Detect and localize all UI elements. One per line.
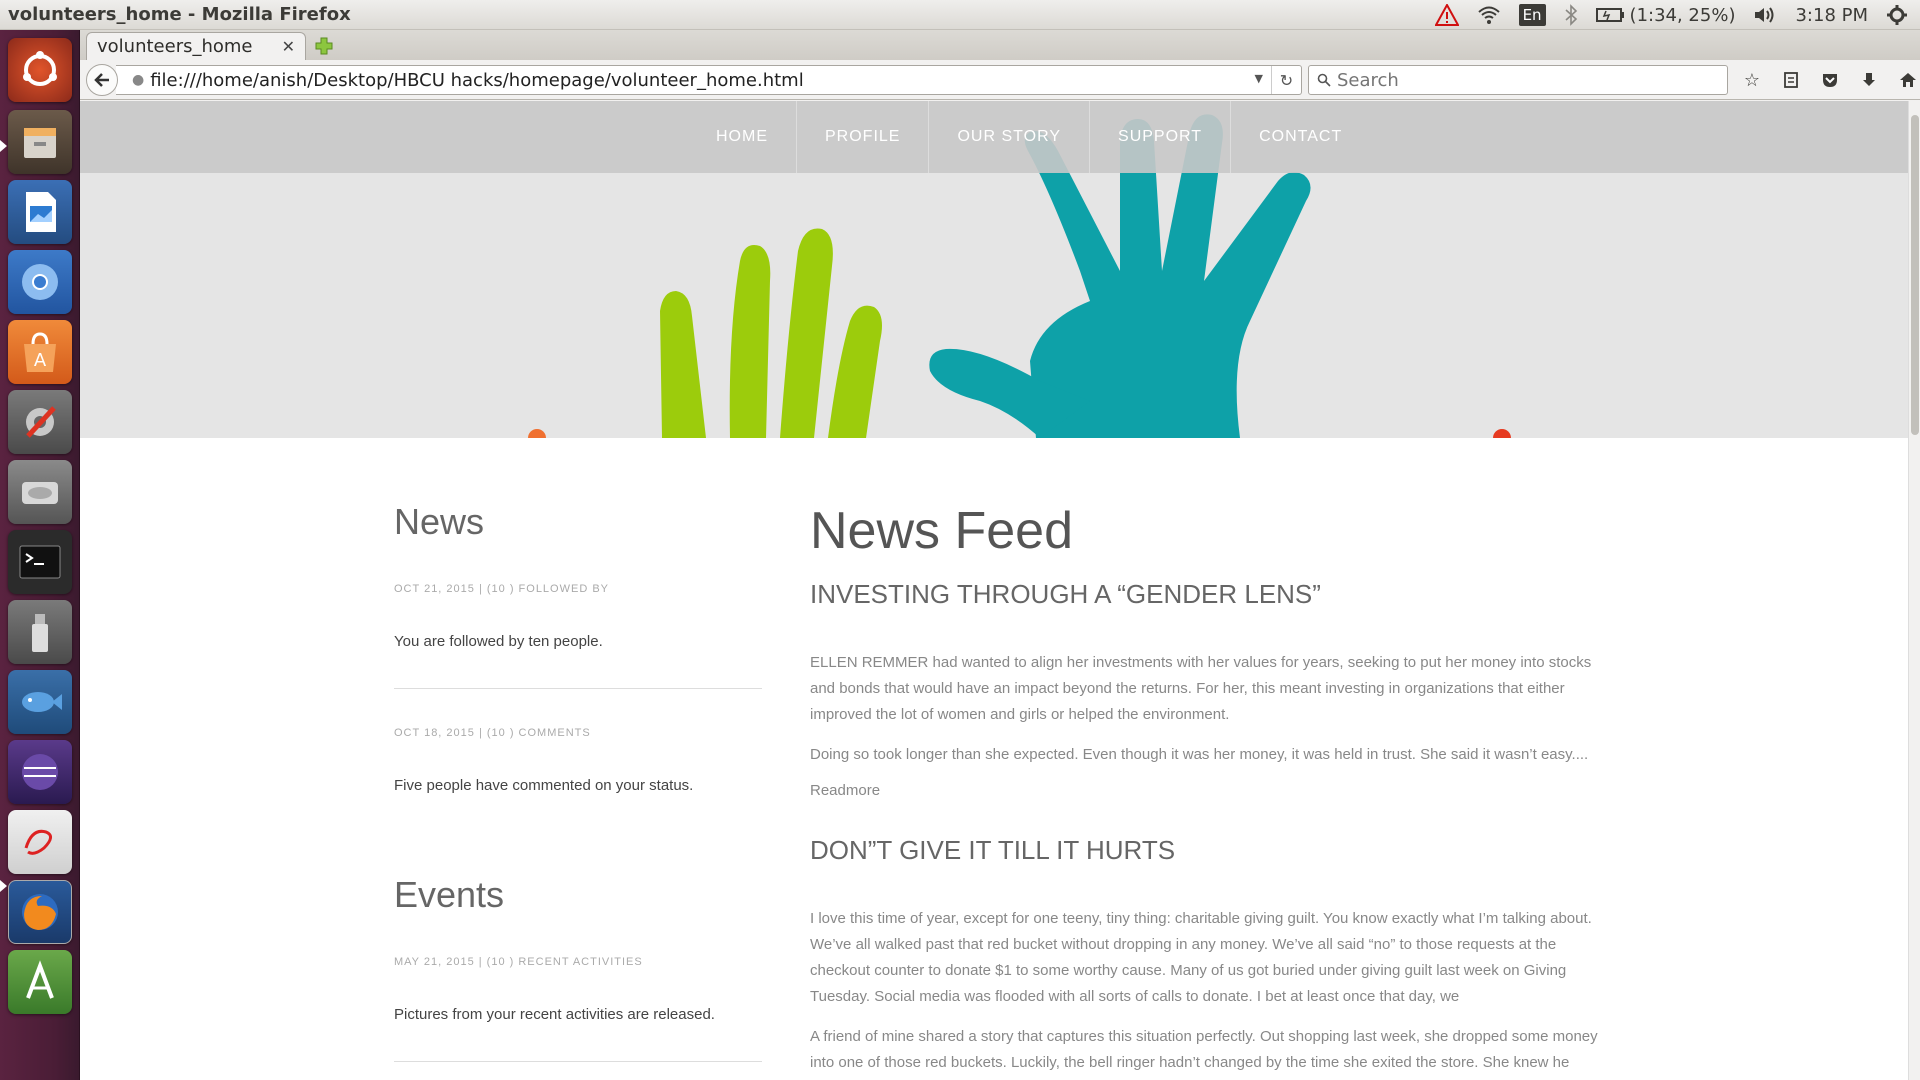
news-feed-column: News Feed INVESTING THROUGH A “GENDER LE… — [810, 501, 1600, 1080]
disk-icon[interactable] — [8, 460, 72, 524]
window-title: volunteers_home - Mozilla Firefox — [8, 4, 351, 25]
wifi-icon[interactable] — [1477, 5, 1501, 25]
navigation-toolbar: ● file:///home/anish/Desktop/HBCU hacks/… — [80, 60, 1920, 100]
divider — [394, 1061, 762, 1062]
tab-volunteers-home[interactable]: volunteers_home ✕ — [86, 32, 306, 60]
warning-icon[interactable] — [1434, 4, 1459, 26]
site-menu: HOME PROFILE OUR STORY SUPPORT CONTACT — [688, 101, 1370, 173]
files-icon[interactable] — [8, 110, 72, 174]
battery-icon — [1595, 8, 1624, 22]
tab-title: volunteers_home — [97, 36, 253, 57]
bookmarks-menu-icon[interactable] — [1779, 68, 1803, 92]
clock[interactable]: 3:18 PM — [1795, 5, 1868, 26]
downloads-icon[interactable] — [1857, 68, 1881, 92]
running-indicator — [0, 140, 7, 152]
article-title: INVESTING THROUGH A “GENDER LENS” — [810, 579, 1321, 609]
close-tab-icon[interactable]: ✕ — [282, 37, 295, 56]
sidebar-column: News OCT 21, 2015 | (10 ) FOLLOWED BY Yo… — [394, 501, 762, 1080]
tab-strip: volunteers_home ✕ — [80, 30, 1920, 60]
reload-icon[interactable]: ↻ — [1271, 66, 1301, 94]
hero-banner: HOME PROFILE OUR STORY SUPPORT CONTACT — [80, 101, 1908, 438]
news-text: You are followed by ten people. — [394, 633, 603, 650]
terminal-icon[interactable] — [8, 530, 72, 594]
article-paragraph: I love this time of year, except for one… — [810, 910, 1592, 1005]
nav-contact[interactable]: CONTACT — [1231, 101, 1370, 173]
search-input[interactable] — [1337, 69, 1717, 91]
site-identity-icon[interactable]: ● — [132, 72, 144, 88]
home-icon[interactable] — [1896, 68, 1920, 92]
sketch-app-icon[interactable] — [8, 810, 72, 874]
firefox-window: volunteers_home ✕ ● file:///home/anish/D… — [80, 30, 1920, 1080]
page-content: HOME PROFILE OUR STORY SUPPORT CONTACT N… — [80, 101, 1908, 1080]
libreoffice-impress-icon[interactable] — [8, 180, 72, 244]
article-title: DON”T GIVE IT TILL IT HURTS — [810, 835, 1176, 865]
chromium-icon[interactable] — [8, 250, 72, 314]
site-nav-bar: HOME PROFILE OUR STORY SUPPORT CONTACT — [80, 101, 1908, 173]
search-bar[interactable] — [1308, 65, 1728, 95]
toolbar-icons: ☆ — [1740, 68, 1920, 92]
svg-text:A: A — [34, 350, 47, 371]
battery-indicator[interactable]: (1:34, 25%) — [1595, 4, 1736, 26]
keyboard-layout-indicator[interactable]: En — [1518, 4, 1546, 26]
dev-tool-icon[interactable] — [8, 950, 72, 1014]
fish-app-icon[interactable] — [8, 670, 72, 734]
back-button[interactable] — [86, 64, 118, 96]
bookmark-star-icon[interactable]: ☆ — [1740, 68, 1764, 92]
readmore-link[interactable]: Readmore — [810, 782, 1600, 799]
session-gear-icon[interactable] — [1886, 4, 1908, 26]
history-dropdown-icon[interactable]: ▼ — [1255, 72, 1263, 85]
bluetooth-icon[interactable] — [1564, 4, 1578, 26]
news-text: Five people have commented on your statu… — [394, 777, 694, 794]
battery-text: (1:34, 25%) — [1629, 4, 1736, 26]
article-paragraph: A friend of mine shared a story that cap… — [810, 1028, 1598, 1071]
event-text: Pictures from your recent activities are… — [394, 1006, 715, 1023]
system-settings-icon[interactable] — [8, 390, 72, 454]
software-center-icon[interactable]: A — [8, 320, 72, 384]
events-heading: Events — [394, 874, 505, 915]
news-heading: News — [394, 501, 485, 542]
url-bar[interactable]: ● file:///home/anish/Desktop/HBCU hacks/… — [116, 65, 1302, 95]
volume-icon[interactable] — [1753, 5, 1777, 25]
nav-profile[interactable]: PROFILE — [797, 101, 930, 173]
article-paragraph: ELLEN REMMER had wanted to align her inv… — [810, 654, 1592, 723]
nav-home[interactable]: HOME — [688, 101, 797, 173]
search-icon — [1317, 73, 1331, 87]
news-meta: OCT 21, 2015 | (10 ) FOLLOWED BY — [394, 583, 609, 595]
running-indicator — [0, 880, 7, 892]
scrollbar-thumb[interactable] — [1911, 115, 1919, 435]
vertical-scrollbar[interactable] — [1908, 101, 1920, 1080]
news-meta: OCT 18, 2015 | (10 ) COMMENTS — [394, 727, 591, 739]
back-arrow-icon — [94, 73, 109, 87]
pocket-icon[interactable] — [1818, 68, 1842, 92]
system-top-panel: volunteers_home - Mozilla Firefox En (1:… — [0, 0, 1920, 30]
url-text: file:///home/anish/Desktop/HBCU hacks/ho… — [150, 69, 804, 91]
divider — [394, 688, 762, 689]
indicator-area: En (1:34, 25%) 3:18 PM — [1434, 0, 1920, 30]
dash-home-icon[interactable] — [8, 38, 72, 102]
usb-drive-icon[interactable] — [8, 600, 72, 664]
article-paragraph: Doing so took longer than she expected. … — [810, 746, 1589, 763]
unity-launcher: A — [0, 30, 80, 1080]
new-tab-icon[interactable] — [314, 36, 334, 56]
eclipse-icon[interactable] — [8, 740, 72, 804]
nav-support[interactable]: SUPPORT — [1090, 101, 1232, 173]
news-feed-heading: News Feed — [810, 502, 1073, 560]
firefox-icon[interactable] — [8, 880, 72, 944]
nav-our-story[interactable]: OUR STORY — [929, 101, 1091, 173]
event-meta: MAY 21, 2015 | (10 ) RECENT ACTIVITIES — [394, 956, 643, 968]
